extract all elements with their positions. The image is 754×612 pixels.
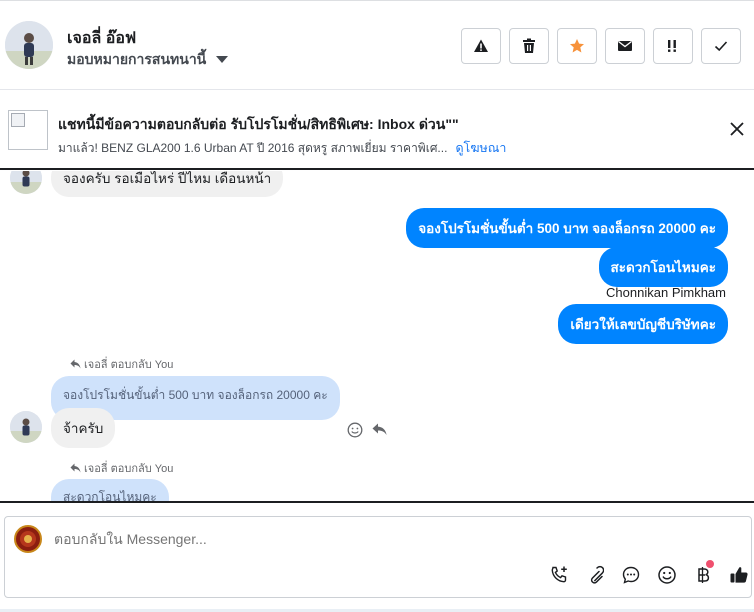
spam-button[interactable] [461, 28, 501, 64]
react-emoji-icon[interactable] [347, 422, 363, 438]
reply-indicator: เจอลี่ ตอบกลับ You [70, 459, 173, 477]
ad-thumbnail[interactable] [8, 110, 48, 150]
incoming-message: จ้าครับ [51, 408, 116, 448]
follow-up-icon [668, 40, 676, 52]
saved-replies-button[interactable] [620, 564, 642, 586]
notification-dot [706, 560, 714, 568]
done-button[interactable] [701, 28, 741, 64]
sender-name: Chonnikan Pimkham [606, 285, 726, 300]
close-icon[interactable] [728, 120, 746, 138]
outgoing-message: เดียวให้เลขบัญชีบริษัทคะ [558, 304, 728, 344]
reply-label: เจอลี่ ตอบกลับ You [84, 463, 174, 475]
ad-subtitle: มาแล้ว! BENZ GLA200 1.6 Urban AT ปี 2016… [58, 141, 448, 155]
contact-avatar-small [10, 171, 42, 194]
ad-context-banner: แชทนี้มีข้อความตอบกลับต่อ รับโปรโมชั่น/ส… [0, 90, 754, 170]
quoted-message[interactable]: สะดวกโอนไหมคะ [51, 479, 169, 501]
trash-icon [523, 38, 535, 53]
warning-icon [474, 39, 488, 52]
conversation-header: เจอลี่ อ๊อฟ มอบหมายการสนทนานี้ [0, 0, 754, 90]
payment-button[interactable] [692, 560, 714, 586]
check-icon [714, 41, 728, 52]
thumbs-up-icon [730, 567, 748, 583]
assign-conversation-dropdown[interactable]: มอบหมายการสนทนานี้ [67, 49, 229, 71]
call-button[interactable] [548, 564, 570, 586]
assign-label: มอบหมายการสนทนานี้ [67, 51, 207, 67]
outgoing-message: จองโปรโมชั่นขั้นต่ำ 500 บาท จองล็อกรถ 20… [406, 208, 728, 248]
envelope-icon [618, 40, 632, 51]
composer [4, 516, 752, 598]
reply-arrow-icon [70, 463, 81, 473]
attach-button[interactable] [584, 564, 606, 586]
view-ad-link[interactable]: ดูโฆษณา [455, 141, 506, 155]
ad-title: แชทนี้มีข้อความตอบกลับต่อ รับโปรโมชั่น/ส… [58, 116, 459, 132]
phone-plus-icon [551, 566, 567, 583]
mark-unread-button[interactable] [605, 28, 645, 64]
like-button[interactable] [728, 564, 750, 586]
composer-area [0, 501, 754, 612]
outgoing-message: สะดวกโอนไหมคะ [598, 247, 728, 287]
messenger-conversation-pane: เจอลี่ อ๊อฟ มอบหมายการสนทนานี้ แชทนี้มีข… [0, 0, 754, 612]
emoji-button[interactable] [656, 564, 678, 586]
follow-up-button[interactable] [653, 28, 693, 64]
baht-icon [698, 567, 710, 583]
incoming-message: จองครับ รอเมื่อไหร่ ปีไหม เดือนหน้า [51, 171, 284, 197]
contact-avatar[interactable] [5, 21, 53, 69]
star-button[interactable] [557, 28, 597, 64]
message-input[interactable] [54, 531, 654, 547]
reply-indicator: เจอลี่ ตอบกลับ You [70, 355, 173, 373]
conversation-actions [461, 28, 741, 64]
caret-down-icon [216, 55, 229, 63]
composer-toolbar [5, 560, 753, 590]
chat-bubble-icon [622, 566, 640, 584]
reply-icon[interactable] [372, 423, 387, 436]
reply-label: เจอลี่ ตอบกลับ You [84, 359, 174, 371]
paperclip-icon [590, 565, 604, 584]
smiley-icon [658, 566, 676, 584]
star-icon [570, 39, 584, 53]
ad-subtitle-row: มาแล้ว! BENZ GLA200 1.6 Urban AT ปี 2016… [58, 138, 506, 158]
contact-avatar-small [10, 411, 42, 443]
page-avatar [14, 525, 42, 553]
delete-button[interactable] [509, 28, 549, 64]
reply-arrow-icon [70, 359, 81, 369]
message-thread[interactable]: จองครับ รอเมื่อไหร่ ปีไหม เดือนหน้า จองโ… [0, 171, 754, 501]
contact-name[interactable]: เจอลี่ อ๊อฟ [67, 26, 136, 51]
